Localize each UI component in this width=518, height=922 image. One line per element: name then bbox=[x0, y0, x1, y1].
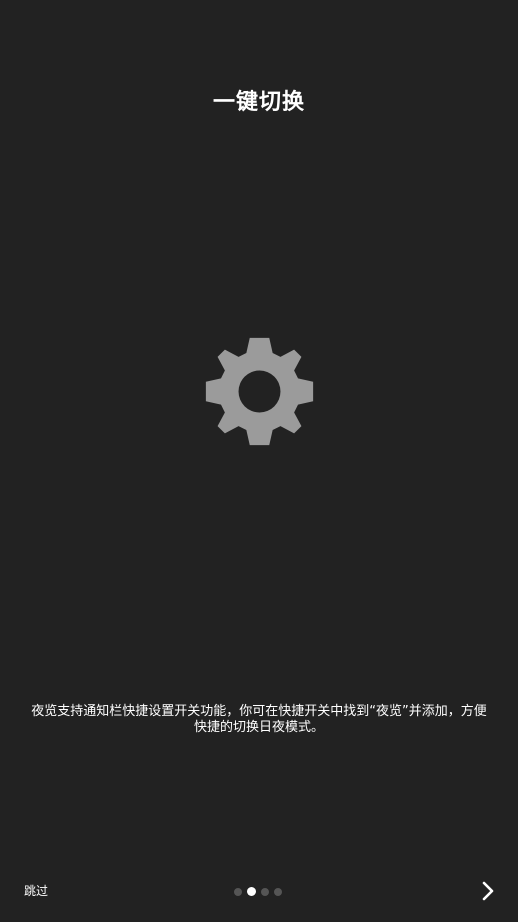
page-indicator bbox=[234, 887, 282, 896]
page-dot-4 bbox=[274, 887, 282, 896]
page-dot-2-active bbox=[247, 887, 256, 896]
description-line-1: 夜览支持通知栏快捷设置开关功能，你可在快捷开关中找到“夜览”并添加，方便 bbox=[31, 704, 487, 719]
page-dot-3 bbox=[261, 887, 269, 896]
skip-button[interactable]: 跳过 bbox=[24, 883, 48, 899]
gear-icon bbox=[205, 337, 314, 446]
chevron-right-icon[interactable] bbox=[478, 880, 498, 902]
page-dot-1 bbox=[234, 887, 242, 896]
page-title: 一键切换 bbox=[212, 90, 305, 115]
feature-description: 夜览支持通知栏快捷设置开关功能，你可在快捷开关中找到“夜览”并添加，方便 快捷的… bbox=[16, 704, 502, 736]
description-line-2: 快捷的切换日夜模式。 bbox=[193, 720, 324, 735]
